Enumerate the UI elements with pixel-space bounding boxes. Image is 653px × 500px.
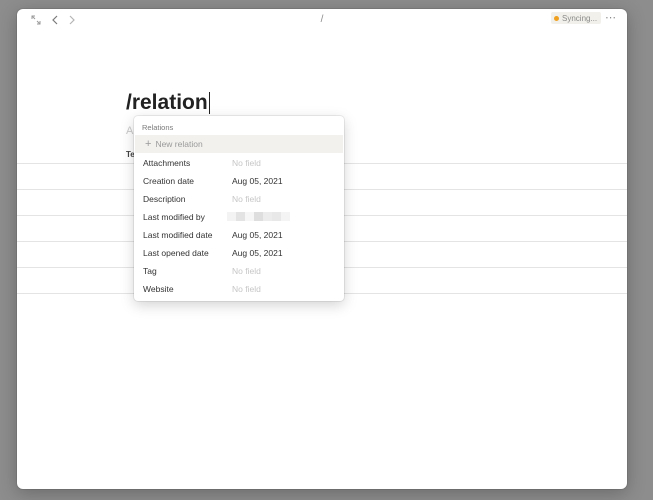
relation-name: Description	[143, 193, 186, 204]
sync-status-badge[interactable]: Syncing...	[551, 12, 602, 24]
relation-value: No field	[232, 157, 261, 168]
new-relation-button[interactable]: + New relation	[135, 135, 343, 153]
relation-item-last-opened-date[interactable]: Last opened date Aug 05, 2021	[134, 244, 344, 261]
relation-name: Last opened date	[143, 247, 209, 258]
relation-item-description[interactable]: Description No field	[134, 190, 344, 207]
relation-name: Last modified date	[143, 229, 213, 240]
relation-item-last-modified-by[interactable]: Last modified by	[134, 208, 344, 225]
relations-menu: Relations + New relation Attachments No …	[134, 116, 344, 301]
more-options-icon[interactable]: ⋯	[605, 11, 617, 24]
relation-item-last-modified-date[interactable]: Last modified date Aug 05, 2021	[134, 226, 344, 243]
text-caret	[208, 92, 210, 115]
sync-dot-icon	[554, 15, 559, 21]
sync-status-label: Syncing...	[562, 13, 598, 23]
breadcrumb[interactable]: /	[17, 14, 627, 25]
redacted-user-avatar	[227, 212, 290, 221]
relation-name: Creation date	[143, 175, 195, 186]
relation-item-creation-date[interactable]: Creation date Aug 05, 2021	[134, 172, 344, 189]
plus-icon: +	[145, 138, 152, 150]
relation-value: Aug 05, 2021	[232, 247, 283, 258]
relation-name: Last modified by	[143, 211, 205, 222]
relations-menu-header: Relations	[142, 123, 174, 132]
placeholder-line[interactable]: A	[126, 125, 133, 137]
relation-item-tag[interactable]: Tag No field	[134, 262, 344, 279]
relation-value: No field	[232, 193, 261, 204]
relation-value: Aug 05, 2021	[232, 175, 283, 186]
relation-value: No field	[232, 283, 261, 294]
new-relation-label: New relation	[155, 139, 203, 149]
note-window: / Syncing... ⋯ /relation A Te Relations …	[17, 9, 627, 489]
relation-name: Attachments	[143, 157, 191, 168]
top-bar: / Syncing... ⋯	[17, 9, 627, 31]
relation-value: Aug 05, 2021	[232, 229, 283, 240]
relation-item-website[interactable]: Website No field	[134, 280, 344, 297]
relation-name: Tag	[143, 265, 157, 276]
note-title-text: /relation	[126, 91, 208, 114]
relation-item-attachments[interactable]: Attachments No field	[134, 154, 344, 171]
relation-name: Website	[143, 283, 174, 294]
relation-value: No field	[232, 265, 261, 276]
note-title-editor[interactable]: /relation	[126, 91, 210, 115]
